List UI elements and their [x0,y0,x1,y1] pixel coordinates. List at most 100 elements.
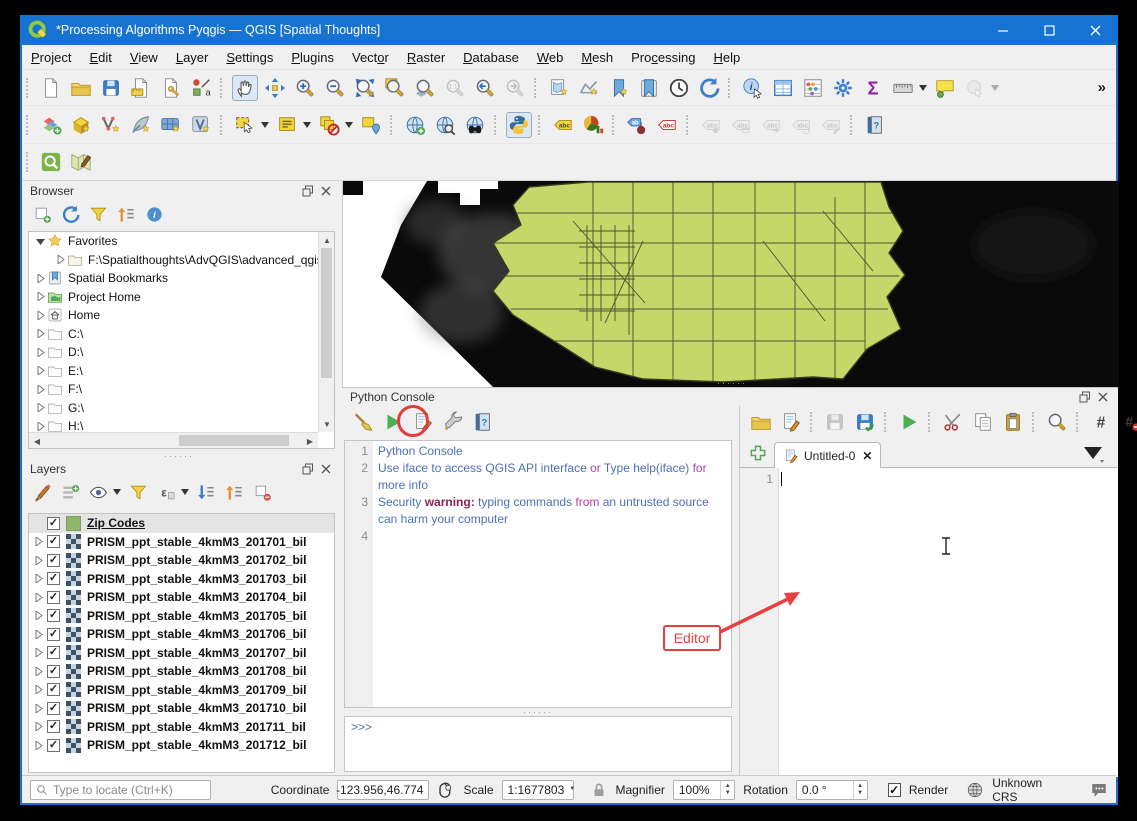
comment-button[interactable]: # [1088,409,1114,435]
expand-arrow-icon[interactable] [31,630,45,639]
temporal-controller-button[interactable] [666,75,692,101]
layer-visibility-checkbox[interactable]: ✓ [47,628,60,641]
browser-properties-button[interactable]: i [142,202,166,226]
toolbar-grip[interactable] [220,115,226,135]
layer-visibility-checkbox[interactable]: ✓ [47,702,60,715]
identify-features-button[interactable]: i [740,75,766,101]
open-layer-styling-button[interactable] [30,480,54,504]
layer-visibility-checkbox[interactable]: ✓ [47,665,60,678]
toolbar-grip[interactable] [538,115,544,135]
layer-visibility-checkbox[interactable]: ✓ [47,720,60,733]
open-field-calculator-button[interactable] [800,75,826,101]
console-float-button[interactable] [1078,390,1092,404]
zoom-to-selection-button[interactable] [382,75,408,101]
expand-arrow-icon[interactable] [31,704,45,713]
toolbar-grip[interactable] [26,152,32,172]
new-editor-tab-button[interactable] [746,441,770,465]
editor-text-area[interactable]: 1 [740,468,1118,777]
menu-help[interactable]: Help [704,47,749,68]
expand-arrow-icon[interactable] [31,648,45,657]
close-button[interactable] [1072,15,1118,45]
filter-browser-button[interactable] [86,202,110,226]
layer-visibility-checkbox[interactable]: ✓ [47,609,60,622]
find-text-button[interactable] [1044,409,1070,435]
select-features-by-value-button[interactable] [274,112,300,138]
layer-row-prism-ppt-stable-4kmm3-201708-bil[interactable]: ✓PRISM_ppt_stable_4kmM3_201708_bil [29,662,334,681]
layer-row-prism-ppt-stable-4kmm3-201711-bil[interactable]: ✓PRISM_ppt_stable_4kmM3_201711_bil [29,718,334,737]
toolbar-grip[interactable] [494,115,500,135]
pin-labels-button[interactable]: ab [624,112,650,138]
browser-vertical-scrollbar[interactable]: ▲ ▼ [318,232,334,432]
uncomment-button[interactable]: # [1118,409,1137,435]
expand-arrow-icon[interactable] [31,722,45,731]
metasearch-add-wms-button[interactable] [402,112,428,138]
open-project-button[interactable] [68,75,94,101]
layer-row-prism-ppt-stable-4kmm3-201710-bil[interactable]: ✓PRISM_ppt_stable_4kmM3_201710_bil [29,699,334,718]
measure-line-dropdown[interactable] [918,75,928,101]
collapse-arrow-icon[interactable] [33,237,47,246]
refresh-map-button[interactable] [696,75,722,101]
layer-row-prism-ppt-stable-4kmm3-201701-bil[interactable]: ✓PRISM_ppt_stable_4kmM3_201701_bil [29,533,334,552]
browser-close-button[interactable] [319,184,333,198]
select-features-button[interactable] [232,112,258,138]
lock-scale-icon[interactable] [590,781,608,799]
expand-arrow-icon[interactable] [31,741,45,750]
magnifier-spinbox[interactable]: 100% ▲▼ [673,780,735,800]
new-mesh-layer-button[interactable] [158,112,184,138]
copy-button[interactable] [970,409,996,435]
maximize-button[interactable] [1026,15,1072,45]
metasearch-button[interactable] [462,112,488,138]
layer-row-prism-ppt-stable-4kmm3-201707-bil[interactable]: ✓PRISM_ppt_stable_4kmM3_201707_bil [29,644,334,663]
layer-visibility-checkbox[interactable]: ✓ [47,535,60,548]
expand-arrow-icon[interactable] [31,611,45,620]
osm-place-search-button[interactable] [38,149,64,175]
browser-item-favorites[interactable]: Favorites [29,232,334,251]
menu-edit[interactable]: Edit [80,47,120,68]
select-features-by-value-dropdown[interactable] [302,112,312,138]
zoom-out-button[interactable] [322,75,348,101]
measure-line-button[interactable] [890,75,916,101]
menu-settings[interactable]: Settings [217,47,282,68]
layer-visibility-checkbox[interactable]: ✓ [47,572,60,585]
expand-arrow-icon[interactable] [33,311,47,320]
new-map-view-button[interactable] [546,75,572,101]
toolbar-grip[interactable] [928,412,934,432]
expand-all-button[interactable] [194,480,218,504]
pan-map-button[interactable] [232,75,258,101]
menu-layer[interactable]: Layer [167,47,218,68]
toolbar-overflow-button[interactable]: » [1098,79,1106,96]
show-map-tips-button[interactable] [932,75,958,101]
collapse-all-button[interactable] [114,202,138,226]
coordinate-value[interactable]: -123.956,46.774 [337,780,429,800]
console-options-button[interactable] [440,409,466,435]
layer-row-prism-ppt-stable-4kmm3-201706-bil[interactable]: ✓PRISM_ppt_stable_4kmM3_201706_bil [29,625,334,644]
layer-diagram-options-button[interactable] [580,112,606,138]
expand-arrow-icon[interactable] [33,292,47,301]
show-layout-manager-button[interactable] [158,75,184,101]
open-script-button[interactable] [748,409,774,435]
open-data-source-manager-button[interactable] [38,112,64,138]
console-splitter[interactable]: ······ [344,708,732,716]
toolbar-grip[interactable] [810,412,816,432]
crs-label[interactable]: Unknown CRS [992,776,1066,804]
expand-arrow-icon[interactable] [53,255,67,264]
layer-visibility-checkbox[interactable]: ✓ [47,739,60,752]
menu-raster[interactable]: Raster [398,47,454,68]
browser-item-g[interactable]: G:\ [29,399,334,418]
expand-arrow-icon[interactable] [31,556,45,565]
zoom-in-button[interactable] [292,75,318,101]
layers-float-button[interactable] [301,462,315,476]
expand-arrow-icon[interactable] [33,348,47,357]
help-contents-button[interactable]: ? [862,112,888,138]
browser-item-f-spatialthoughts-advqgis-advanced-qgis[interactable]: F:\Spatialthoughts\AdvQGIS\advanced_qgis [29,251,334,270]
select-features-dropdown[interactable] [260,112,270,138]
new-shapefile-layer-button[interactable] [98,112,124,138]
browser-item-f[interactable]: F:\ [29,380,334,399]
toolbar-grip[interactable] [534,78,540,98]
open-in-external-editor-button[interactable] [778,409,804,435]
browser-float-button[interactable] [301,184,315,198]
layer-row-prism-ppt-stable-4kmm3-201705-bil[interactable]: ✓PRISM_ppt_stable_4kmM3_201705_bil [29,607,334,626]
browser-item-home[interactable]: Home [29,306,334,325]
metasearch-search-button[interactable] [432,112,458,138]
menu-processing[interactable]: Processing [622,47,704,68]
